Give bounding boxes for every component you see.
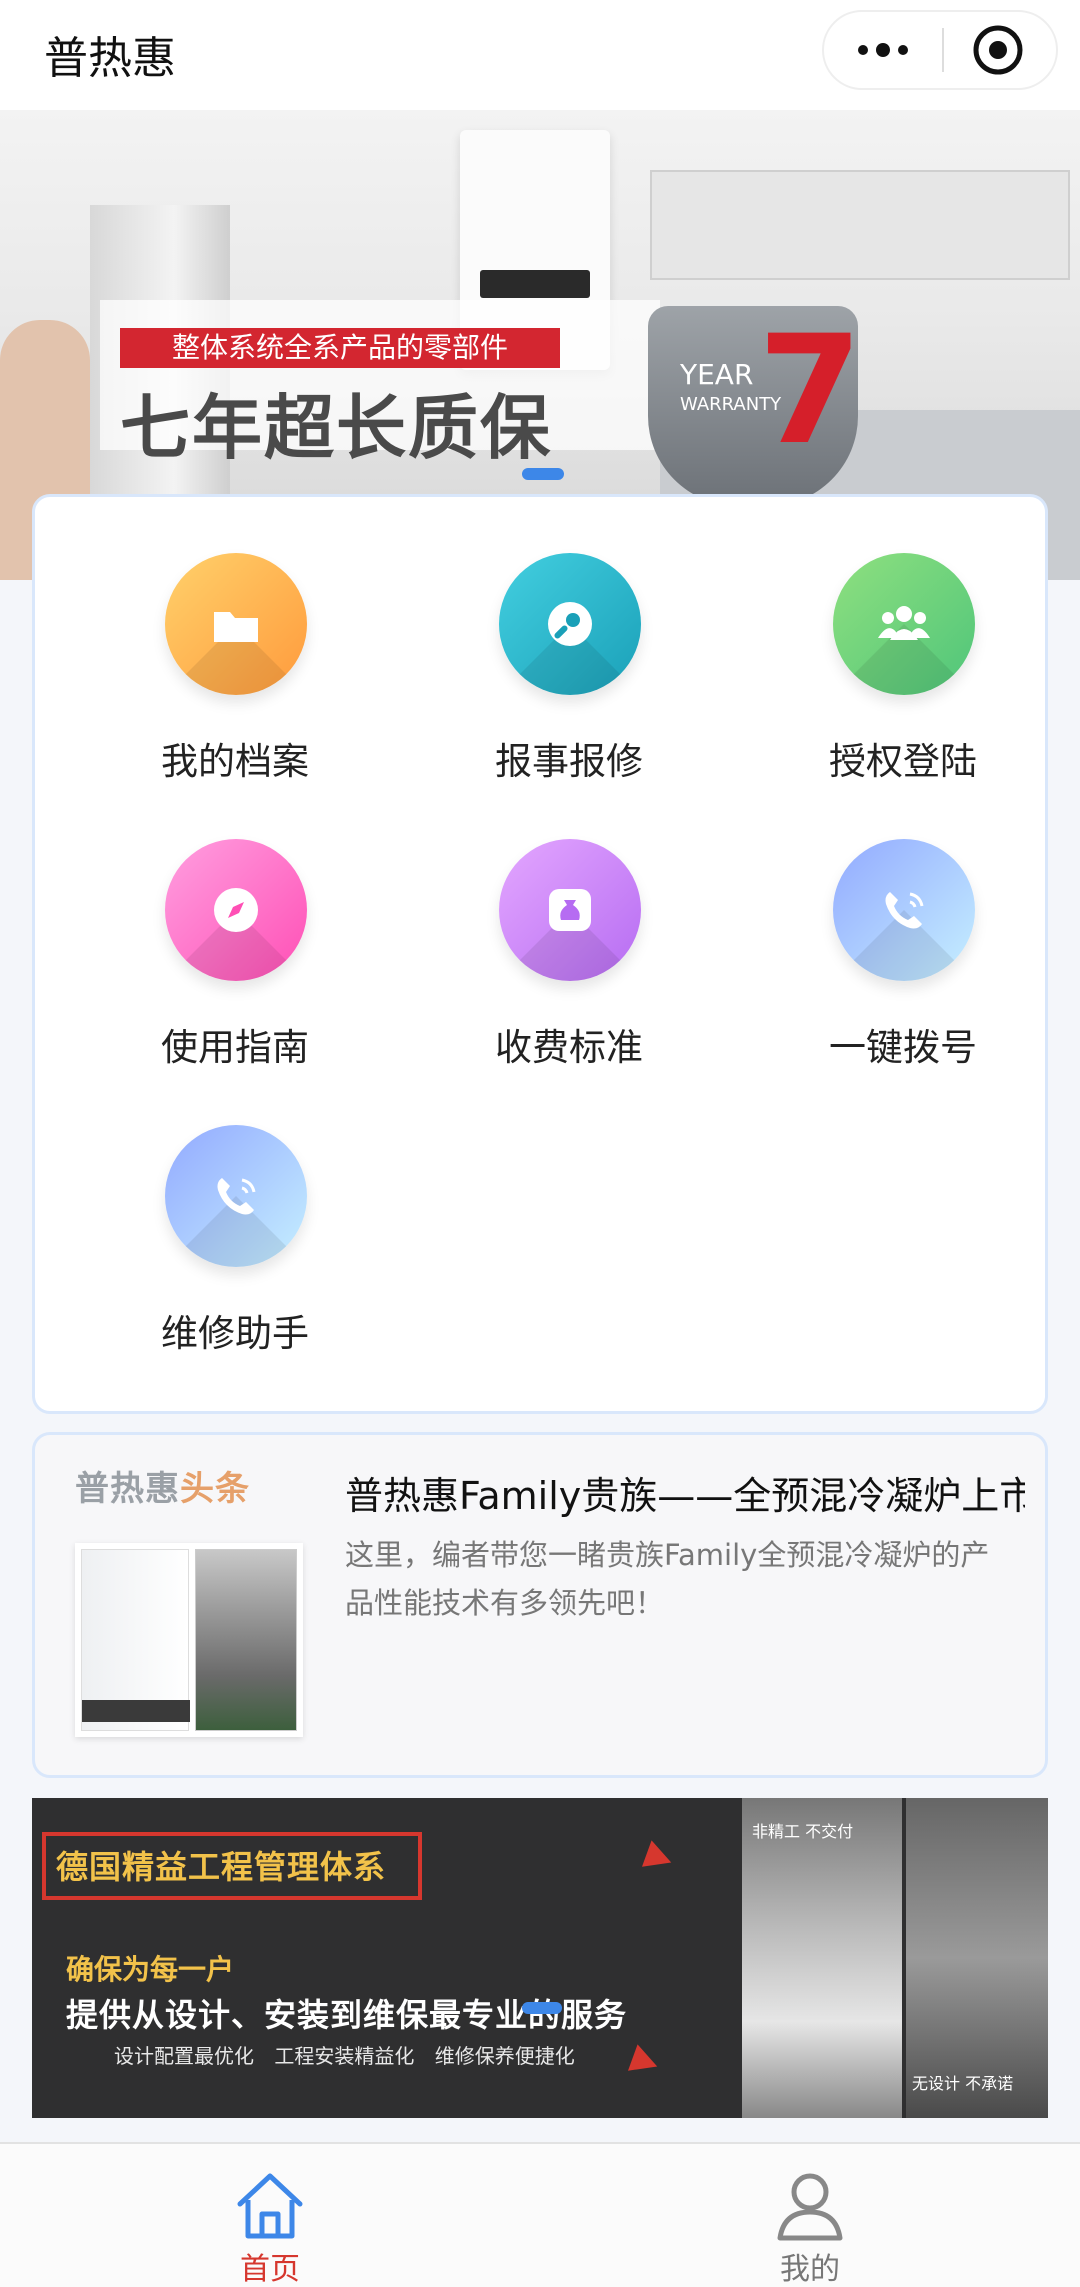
news-thumbnail xyxy=(75,1543,303,1737)
photo-caption: 无设计 不承诺 xyxy=(912,2074,1014,2093)
grid-item-my-archive[interactable]: 我的档案 xyxy=(115,497,355,783)
promo-headline: 德国精益工程管理体系 xyxy=(56,1848,387,1886)
news-card[interactable]: 普热惠头条 普热惠Family贵族——全预混冷凝炉上市 这里，编者带您一睹贵族F… xyxy=(32,1432,1048,1778)
tab-me-label: 我的 xyxy=(780,2252,840,2287)
news-logo-accent: 头条 xyxy=(180,1469,250,1509)
grid-item-label: 我的档案 xyxy=(161,740,309,783)
more-dot-icon xyxy=(858,45,868,55)
capsule-divider xyxy=(942,28,944,72)
banner-pager-dot xyxy=(522,468,564,480)
feature-grid: 我的档案 报事报修 授权登陆 使用指南 收费标准 一键拨号 维修助手 xyxy=(32,494,1048,1414)
grid-item-authorize-login[interactable]: 授权登陆 xyxy=(783,497,1023,783)
news-logo: 普热惠头条 xyxy=(75,1461,250,1510)
grid-item-label: 报事报修 xyxy=(495,740,643,783)
navbar: 普热惠 xyxy=(0,0,1080,110)
banner-red-label: 整体系统全系产品的零部件 xyxy=(120,328,560,368)
more-menu-button[interactable] xyxy=(824,12,942,88)
news-description: 这里，编者带您一睹贵族Family全预混冷凝炉的产品性能技术有多领先吧！ xyxy=(345,1538,990,1620)
kitchen-cabinet-image xyxy=(650,170,1070,280)
compass-icon xyxy=(165,839,307,981)
grid-item-label: 使用指南 xyxy=(161,1026,309,1069)
promo-line-4: 设计配置最优化 工程安装精益化 维修保养便捷化 xyxy=(114,2044,575,2068)
users-icon xyxy=(833,553,975,695)
tab-me[interactable]: 我的 xyxy=(710,2158,910,2287)
mini-program-capsule xyxy=(822,10,1058,90)
promo-line-2: 确保为每一户 xyxy=(66,1953,235,1986)
triangle-decoration-icon xyxy=(641,1840,677,1876)
radiator-photo xyxy=(742,1798,902,2118)
badge-number: 7 xyxy=(758,304,863,478)
grid-item-one-key-dial[interactable]: 一键拨号 xyxy=(783,783,1023,1069)
triangle-decoration-icon xyxy=(627,2044,663,2080)
grid-item-fee-standard[interactable]: 收费标准 xyxy=(449,783,689,1069)
phone-icon xyxy=(165,1125,307,1267)
banner-headline: 七年超长质保 xyxy=(120,387,552,469)
phone-icon xyxy=(833,839,975,981)
grid-item-repair-report[interactable]: 报事报修 xyxy=(449,497,689,783)
grid-item-label: 授权登陆 xyxy=(829,740,977,783)
tab-home-label: 首页 xyxy=(240,2252,300,2287)
grid-item-label: 收费标准 xyxy=(495,1026,643,1069)
grid-item-user-guide[interactable]: 使用指南 xyxy=(115,783,355,1069)
tab-home[interactable]: 首页 xyxy=(170,2158,370,2287)
photo-caption: 非精工 不交付 xyxy=(752,1822,854,1841)
home-icon xyxy=(237,2173,303,2239)
grid-item-label: 一键拨号 xyxy=(829,1026,977,1069)
warranty-badge: YEAR WARRANTY 7 xyxy=(648,306,862,506)
money-bag-icon xyxy=(499,839,641,981)
news-title: 普热惠Family贵族——全预混冷凝炉上市 xyxy=(345,1474,1025,1518)
promo-pager-dot xyxy=(522,2002,562,2014)
promo-banner[interactable]: 德国精益工程管理体系 确保为每一户 提供从设计、安装到维保最专业的服务 设计配置… xyxy=(32,1798,1048,2118)
grid-item-label: 维修助手 xyxy=(161,1312,309,1355)
folder-icon xyxy=(165,553,307,695)
grid-item-repair-assistant[interactable]: 维修助手 xyxy=(115,1069,355,1355)
more-dot-icon xyxy=(876,43,890,57)
news-logo-main: 普热惠 xyxy=(75,1469,180,1509)
more-dot-icon xyxy=(898,45,908,55)
user-icon xyxy=(777,2173,843,2241)
page-title: 普热惠 xyxy=(44,33,176,84)
wrench-icon xyxy=(499,553,641,695)
close-target-icon[interactable] xyxy=(970,22,1026,78)
bottom-tab-bar: 首页 我的 xyxy=(0,2142,1080,2287)
badge-year-text: YEAR xyxy=(680,358,754,391)
